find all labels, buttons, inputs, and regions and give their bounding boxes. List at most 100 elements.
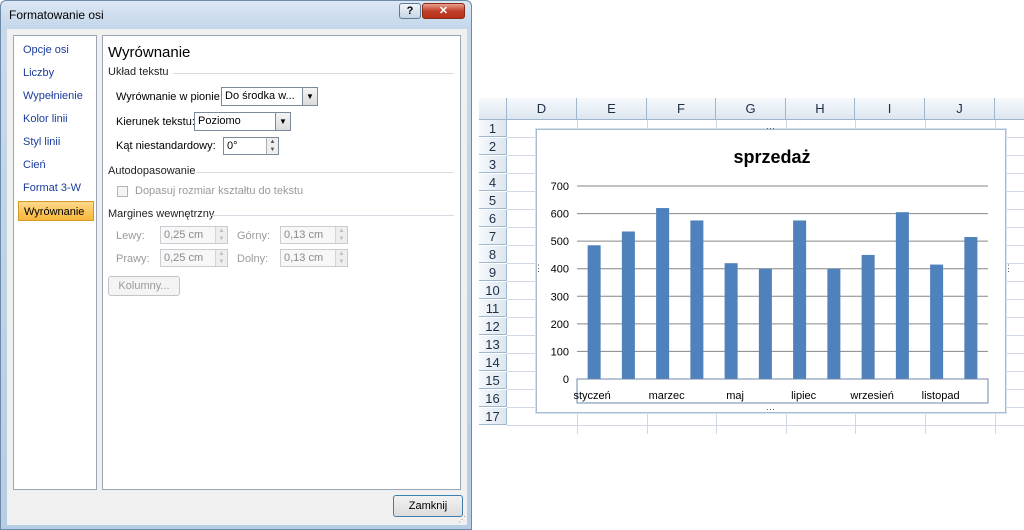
row-header[interactable]: 10 <box>479 282 507 299</box>
nav-item-3d-format[interactable]: Format 3-W <box>18 178 94 198</box>
spin-up-icon[interactable]: ▲ <box>266 138 278 146</box>
column-header[interactable]: F <box>647 98 716 120</box>
row-header[interactable]: 6 <box>479 210 507 227</box>
row-header[interactable]: 13 <box>479 336 507 353</box>
dialog-client-area: Opcje osi Liczby Wypełnienie Kolor linii… <box>7 29 467 525</box>
column-header[interactable]: J <box>925 98 995 120</box>
spin-up-icon[interactable]: ▲ <box>215 250 227 258</box>
close-button[interactable]: Zamknij <box>393 495 463 517</box>
columns-button[interactable]: Kolumny... <box>108 276 180 296</box>
autofit-checkbox[interactable] <box>117 186 128 197</box>
row-header[interactable]: 16 <box>479 390 507 407</box>
row-header[interactable]: 17 <box>479 408 507 425</box>
bar <box>656 208 670 379</box>
nav-item-fill[interactable]: Wypełnienie <box>18 86 94 106</box>
autofit-checkbox-label: Dopasuj rozmiar kształtu do tekstu <box>135 185 304 197</box>
x-tick-label: marzec <box>649 390 686 402</box>
bottom-margin-spinner[interactable]: 0,13 cm ▲ ▼ <box>280 249 348 267</box>
row-header[interactable]: 1 <box>479 120 507 137</box>
format-axis-dialog: Formatowanie osi ? ✕ Opcje osi Liczby Wy… <box>0 0 472 530</box>
resize-handle-left[interactable]: ⋮ <box>534 263 543 274</box>
column-header[interactable]: H <box>786 98 855 120</box>
row-header[interactable]: 14 <box>479 354 507 371</box>
top-margin-label: Górny: <box>237 230 271 242</box>
vertical-alignment-value: Do środka w... <box>225 90 295 102</box>
row-header[interactable]: 3 <box>479 156 507 173</box>
row-header[interactable]: 4 <box>479 174 507 191</box>
spin-down-icon[interactable]: ▼ <box>215 258 227 266</box>
text-direction-dropdown[interactable]: Poziomo ▼ <box>194 112 291 131</box>
spin-up-icon[interactable]: ▲ <box>215 227 227 235</box>
y-tick-label: 600 <box>551 209 569 221</box>
y-tick-label: 500 <box>551 236 569 248</box>
x-tick-label: styczeń <box>573 390 610 402</box>
vertical-alignment-dropdown[interactable]: Do środka w... ▼ <box>221 87 318 106</box>
right-margin-value: 0,25 cm <box>164 252 204 264</box>
spin-down-icon[interactable]: ▼ <box>266 146 278 154</box>
resize-grip-icon[interactable]: ⋰ <box>458 515 466 524</box>
spin-down-icon[interactable]: ▼ <box>335 258 347 266</box>
nav-item-line-color[interactable]: Kolor linii <box>18 109 94 129</box>
bottom-margin-value: 0,13 cm <box>284 252 324 264</box>
row-header[interactable]: 8 <box>479 246 507 263</box>
spin-up-icon[interactable]: ▲ <box>335 227 347 235</box>
bar <box>793 220 807 379</box>
column-header[interactable]: D <box>507 98 577 120</box>
help-button[interactable]: ? <box>399 3 421 19</box>
select-all-corner[interactable] <box>479 98 507 120</box>
row-header[interactable]: 11 <box>479 300 507 317</box>
column-header[interactable]: I <box>855 98 925 120</box>
row-header[interactable]: 7 <box>479 228 507 245</box>
bar <box>964 237 978 379</box>
row-header[interactable]: 15 <box>479 372 507 389</box>
spin-down-icon[interactable]: ▼ <box>335 235 347 243</box>
y-tick-label: 400 <box>551 264 569 276</box>
right-margin-label: Prawy: <box>116 253 150 265</box>
column-header[interactable]: E <box>577 98 647 120</box>
chart-area[interactable]: sprzedaż 0 100 200 300 400 500 600 700 styczeń mar… <box>534 123 1013 415</box>
bar <box>724 263 738 379</box>
right-margin-spinner[interactable]: 0,25 cm ▲ ▼ <box>160 249 228 267</box>
group-divider <box>196 172 454 173</box>
custom-angle-spinner[interactable]: 0° ▲ ▼ <box>223 137 279 155</box>
row-header[interactable]: 9 <box>479 264 507 281</box>
custom-angle-label: Kąt niestandardowy: <box>116 140 216 152</box>
nav-item-axis-options[interactable]: Opcje osi <box>18 40 94 60</box>
resize-handle-bottom[interactable]: ⋯ <box>766 404 775 415</box>
nav-item-shadow[interactable]: Cień <box>18 155 94 175</box>
column-header[interactable]: G <box>716 98 786 120</box>
left-margin-spinner[interactable]: 0,25 cm ▲ ▼ <box>160 226 228 244</box>
autofit-group-label: Autodopasowanie <box>108 165 196 177</box>
row-header[interactable]: 12 <box>479 318 507 335</box>
spin-down-icon[interactable]: ▼ <box>215 235 227 243</box>
x-tick-label: listopad <box>922 390 960 402</box>
nav-item-line-style[interactable]: Styl linii <box>18 132 94 152</box>
nav-item-number[interactable]: Liczby <box>18 63 94 83</box>
chevron-down-icon[interactable]: ▼ <box>302 88 317 105</box>
dialog-title: Formatowanie osi <box>9 8 104 22</box>
category-nav: Opcje osi Liczby Wypełnienie Kolor linii… <box>13 35 97 490</box>
row-header[interactable]: 5 <box>479 192 507 209</box>
y-tick-label: 700 <box>551 181 569 193</box>
column-header-partial[interactable] <box>995 98 1024 120</box>
y-tick-label: 300 <box>551 291 569 303</box>
top-margin-value: 0,13 cm <box>284 229 324 241</box>
x-tick-label: wrzesień <box>849 390 893 402</box>
grid-line <box>507 425 1024 426</box>
top-margin-spinner[interactable]: 0,13 cm ▲ ▼ <box>280 226 348 244</box>
chevron-down-icon[interactable]: ▼ <box>275 113 290 130</box>
row-header[interactable]: 2 <box>479 138 507 155</box>
nav-item-alignment[interactable]: Wyrównanie <box>18 201 94 221</box>
spin-up-icon[interactable]: ▲ <box>335 250 347 258</box>
dialog-titlebar[interactable]: Formatowanie osi ? ✕ <box>1 1 471 29</box>
resize-handle-right[interactable]: ⋮ <box>1004 263 1013 274</box>
y-tick-label: 100 <box>551 346 569 358</box>
close-window-button[interactable]: ✕ <box>422 3 465 19</box>
x-tick-label: lipiec <box>791 390 817 402</box>
panel-heading: Wyrównanie <box>108 44 191 61</box>
group-divider <box>173 73 454 74</box>
bar-chart: sprzedaż 0 100 200 300 400 500 600 700 styczeń mar… <box>551 147 989 404</box>
resize-handle-top[interactable]: ⋯ <box>766 123 775 134</box>
y-tick-label: 0 <box>563 374 569 386</box>
bar <box>930 264 944 379</box>
